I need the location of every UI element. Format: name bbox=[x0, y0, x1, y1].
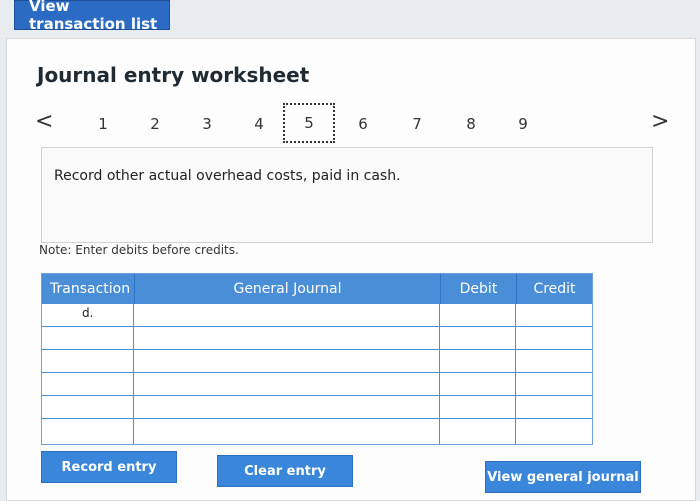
debit-input[interactable] bbox=[440, 304, 516, 327]
debit-input[interactable] bbox=[440, 419, 516, 444]
transaction-cell[interactable] bbox=[42, 419, 134, 444]
journal-table: Transaction General Journal Debit Credit… bbox=[41, 273, 593, 445]
page-9[interactable]: 9 bbox=[513, 115, 533, 133]
instruction-text: Record other actual overhead costs, paid… bbox=[54, 168, 401, 184]
debit-input[interactable] bbox=[440, 396, 516, 419]
page-navigator: < 1 2 3 4 5 6 7 8 9 > bbox=[31, 103, 671, 143]
instruction-box: Record other actual overhead costs, paid… bbox=[41, 147, 653, 243]
debit-input[interactable] bbox=[440, 373, 516, 396]
transaction-cell[interactable] bbox=[42, 327, 134, 350]
view-general-journal-button[interactable]: View general journal bbox=[485, 461, 641, 493]
credit-input[interactable] bbox=[516, 350, 592, 373]
transaction-cell[interactable] bbox=[42, 373, 134, 396]
journal-account-input[interactable] bbox=[134, 373, 440, 396]
page-7[interactable]: 7 bbox=[407, 115, 427, 133]
page-4[interactable]: 4 bbox=[249, 115, 269, 133]
journal-account-input[interactable] bbox=[134, 419, 440, 444]
page-2[interactable]: 2 bbox=[145, 115, 165, 133]
view-transaction-list-button[interactable]: View transaction list bbox=[14, 0, 170, 33]
debit-input[interactable] bbox=[440, 350, 516, 373]
header-debit: Debit bbox=[440, 274, 516, 304]
transaction-cell[interactable] bbox=[42, 350, 134, 373]
clear-entry-button[interactable]: Clear entry bbox=[217, 455, 353, 487]
journal-account-input[interactable] bbox=[134, 350, 440, 373]
page-6[interactable]: 6 bbox=[353, 115, 373, 133]
credit-input[interactable] bbox=[516, 327, 592, 350]
credit-input[interactable] bbox=[516, 419, 592, 444]
credit-input[interactable] bbox=[516, 373, 592, 396]
journal-entry-panel: Journal entry worksheet < 1 2 3 4 5 6 7 … bbox=[6, 38, 696, 501]
credit-input[interactable] bbox=[516, 304, 592, 327]
page-1[interactable]: 1 bbox=[93, 115, 113, 133]
debit-credit-note: Note: Enter debits before credits. bbox=[39, 243, 239, 257]
page-3[interactable]: 3 bbox=[197, 115, 217, 133]
transaction-cell[interactable]: d. bbox=[42, 304, 134, 327]
record-entry-button[interactable]: Record entry bbox=[41, 451, 177, 483]
page-8[interactable]: 8 bbox=[461, 115, 481, 133]
header-credit: Credit bbox=[516, 274, 592, 304]
worksheet-title: Journal entry worksheet bbox=[37, 63, 310, 87]
chevron-left-icon[interactable]: < bbox=[35, 111, 53, 133]
credit-input[interactable] bbox=[516, 396, 592, 419]
journal-account-input[interactable] bbox=[134, 327, 440, 350]
transaction-cell[interactable] bbox=[42, 396, 134, 419]
page-5-selected[interactable]: 5 bbox=[283, 103, 335, 143]
debit-input[interactable] bbox=[440, 327, 516, 350]
chevron-right-icon[interactable]: > bbox=[651, 111, 669, 133]
header-transaction: Transaction bbox=[42, 274, 134, 304]
header-general-journal: General Journal bbox=[134, 274, 440, 304]
journal-account-input[interactable] bbox=[134, 396, 440, 419]
journal-account-input[interactable] bbox=[134, 304, 440, 327]
